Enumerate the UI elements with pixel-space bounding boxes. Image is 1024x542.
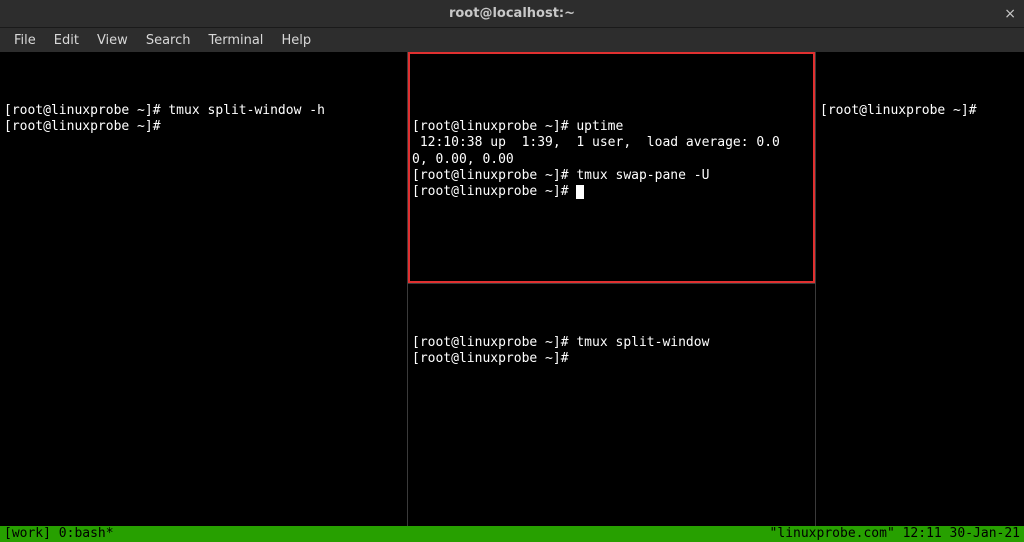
terminal-line: [root@linuxprobe ~]# tmux split-window [412, 335, 709, 350]
window-title: root@localhost:~ [449, 6, 575, 21]
terminal-line: [root@linuxprobe ~]# uptime [412, 119, 623, 134]
pane-middle-bottom-content: [root@linuxprobe ~]# tmux split-window [… [408, 317, 815, 386]
terminal-line: [root@linuxprobe ~]# [412, 351, 576, 366]
terminal-line: [root@linuxprobe ~]# [412, 184, 576, 199]
pane-right[interactable]: [root@linuxprobe ~]# [816, 52, 1024, 526]
pane-left-content: [root@linuxprobe ~]# tmux split-window -… [0, 85, 407, 154]
terminal-line: 12:10:38 up 1:39, 1 user, load average: … [412, 135, 780, 150]
pane-right-content: [root@linuxprobe ~]# [816, 85, 1024, 138]
terminal-line: [root@linuxprobe ~]# [820, 103, 984, 118]
pane-middle-top[interactable]: [root@linuxprobe ~]# uptime 12:10:38 up … [408, 52, 815, 284]
menu-file[interactable]: File [6, 31, 44, 50]
window-titlebar: root@localhost:~ × [0, 0, 1024, 28]
statusbar-right: "linuxprobe.com" 12:11 30-Jan-21 [770, 526, 1020, 542]
tmux-statusbar: [work] 0:bash* "linuxprobe.com" 12:11 30… [0, 526, 1024, 542]
statusbar-left: [work] 0:bash* [4, 526, 114, 542]
cursor-icon [576, 185, 584, 199]
terminal-line: 0, 0.00, 0.00 [412, 152, 514, 167]
pane-middle-bottom[interactable]: [root@linuxprobe ~]# tmux split-window [… [408, 284, 815, 526]
menu-edit[interactable]: Edit [46, 31, 87, 50]
menu-help[interactable]: Help [273, 31, 319, 50]
menubar: File Edit View Search Terminal Help [0, 28, 1024, 52]
pane-left[interactable]: [root@linuxprobe ~]# tmux split-window -… [0, 52, 408, 526]
terminal-area[interactable]: [root@linuxprobe ~]# tmux split-window -… [0, 52, 1024, 542]
tmux-panes: [root@linuxprobe ~]# tmux split-window -… [0, 52, 1024, 526]
menu-view[interactable]: View [89, 31, 136, 50]
menu-terminal[interactable]: Terminal [200, 31, 271, 50]
terminal-line: [root@linuxprobe ~]# tmux swap-pane -U [412, 168, 709, 183]
terminal-line: [root@linuxprobe ~]# tmux split-window -… [4, 103, 325, 118]
pane-middle-top-content: [root@linuxprobe ~]# uptime 12:10:38 up … [408, 101, 815, 219]
close-icon[interactable]: × [1004, 6, 1016, 22]
menu-search[interactable]: Search [138, 31, 199, 50]
terminal-line: [root@linuxprobe ~]# [4, 119, 168, 134]
pane-middle: [root@linuxprobe ~]# uptime 12:10:38 up … [408, 52, 816, 526]
